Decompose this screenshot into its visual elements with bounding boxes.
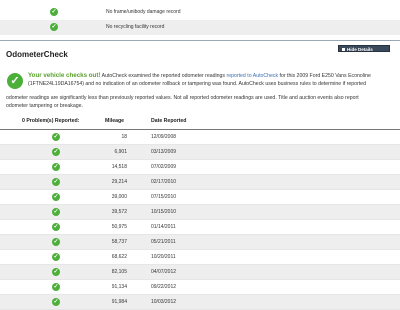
check-icon: ✓ <box>52 163 60 171</box>
date-cell: 07/02/2009 <box>151 164 177 170</box>
table-row: ✓ 68,622 10/20/2011 <box>0 250 400 265</box>
check-icon: ✓ <box>52 253 60 261</box>
summary-line2: (1FTNE24L19DA16754) and no indication of… <box>28 80 366 87</box>
problems-header: 0 Problem(s) Reported: <box>22 118 80 124</box>
record-text: No recycling facility record <box>106 24 165 30</box>
date-cell: 12/09/2008 <box>151 134 177 140</box>
table-row: ✓ 29,214 02/17/2010 <box>0 175 400 190</box>
date-cell: 03/13/2009 <box>151 149 177 155</box>
collapse-icon <box>342 48 345 52</box>
mileage-cell: 39,572 <box>111 209 127 215</box>
odometer-section-header: OdometerCheck Hide Details <box>0 40 400 63</box>
date-cell: 10/20/2011 <box>151 254 176 260</box>
check-icon: ✓ <box>52 208 60 216</box>
table-row: ✓ 91,984 10/03/2012 <box>0 295 400 310</box>
check-icon: ✓ <box>52 298 60 306</box>
summary-part2: for this 2009 Ford E250 Vans Econoline <box>278 73 371 79</box>
section-title: OdometerCheck <box>6 50 68 59</box>
table-row: ✓ 39,000 07/15/2010 <box>0 190 400 205</box>
check-icon: ✓ <box>50 8 58 16</box>
check-icon: ✓ <box>52 223 60 231</box>
table-row: ✓ 50,975 01/14/2011 <box>0 220 400 235</box>
table-row: ✓ 14,518 07/02/2009 <box>0 160 400 175</box>
record-row: ✓ No recycling facility record <box>0 20 400 35</box>
check-icon: ✓ <box>52 268 60 276</box>
table-row: ✓ 82,105 04/07/2012 <box>0 265 400 280</box>
mileage-cell: 91,134 <box>111 284 127 290</box>
mileage-cell: 50,975 <box>111 224 127 230</box>
odometer-summary: ✓ Your vehicle checks out! AutoCheck exa… <box>0 70 400 110</box>
mileage-cell: 58,737 <box>111 239 127 245</box>
summary-line3: odometer readings are significantly less… <box>6 95 359 101</box>
date-cell: 02/17/2010 <box>151 179 177 185</box>
date-cell: 07/15/2010 <box>151 194 177 200</box>
reported-link[interactable]: reported to AutoCheck <box>226 73 278 79</box>
date-cell: 05/21/2011 <box>151 239 176 245</box>
top-records: ✓ No frame/unibody damage record ✓ No re… <box>0 5 400 35</box>
summary-line4: odometer tampering or breakage. <box>6 102 83 109</box>
date-cell: 04/07/2012 <box>151 269 177 275</box>
hide-details-button[interactable]: Hide Details <box>338 45 390 52</box>
mileage-cell: 68,622 <box>111 254 127 260</box>
check-icon: ✓ <box>50 23 58 31</box>
check-icon: ✓ <box>52 133 60 141</box>
summary-text: Your vehicle checks out! AutoCheck exami… <box>28 72 394 88</box>
hide-details-label: Hide Details <box>347 47 373 52</box>
table-row: ✓ 58,737 05/21/2011 <box>0 235 400 250</box>
mileage-cell: 82,105 <box>111 269 127 275</box>
record-row: ✓ No frame/unibody damage record <box>0 5 400 20</box>
summary-part1: AutoCheck examined the reported odometer… <box>100 73 227 79</box>
table-row: ✓ 91,134 09/22/2012 <box>0 280 400 295</box>
date-cell: 09/22/2012 <box>151 284 177 290</box>
check-icon: ✓ <box>52 148 60 156</box>
mileage-header: Mileage <box>105 118 125 124</box>
mileage-cell: 14,518 <box>111 164 127 170</box>
mileage-cell: 6,901 <box>114 149 127 155</box>
date-cell: 01/14/2011 <box>151 224 176 230</box>
mileage-cell: 39,000 <box>111 194 127 200</box>
mileage-cell: 18 <box>121 134 127 140</box>
table-row: ✓ 39,572 10/15/2010 <box>0 205 400 220</box>
check-icon: ✓ <box>52 193 60 201</box>
table-row: ✓ 18 12/09/2008 <box>0 130 400 145</box>
record-text: No frame/unibody damage record <box>106 9 181 15</box>
table-header: 0 Problem(s) Reported: Mileage Date Repo… <box>0 111 400 130</box>
check-icon: ✓ <box>52 238 60 246</box>
summary-lead: Your vehicle checks out! <box>28 72 101 79</box>
check-icon: ✓ <box>52 178 60 186</box>
check-icon: ✓ <box>52 283 60 291</box>
table-row: ✓ 6,901 03/13/2009 <box>0 145 400 160</box>
odometer-table: 0 Problem(s) Reported: Mileage Date Repo… <box>0 111 400 310</box>
date-header: Date Reported <box>151 118 187 124</box>
summary-text-cont: odometer readings are significantly less… <box>6 95 396 110</box>
check-icon: ✓ <box>7 73 23 89</box>
mileage-cell: 29,214 <box>111 179 127 185</box>
table-body: ✓ 18 12/09/2008 ✓ 6,901 03/13/2009 ✓ 14,518 07/0… <box>0 130 400 310</box>
date-cell: 10/15/2010 <box>151 209 177 215</box>
